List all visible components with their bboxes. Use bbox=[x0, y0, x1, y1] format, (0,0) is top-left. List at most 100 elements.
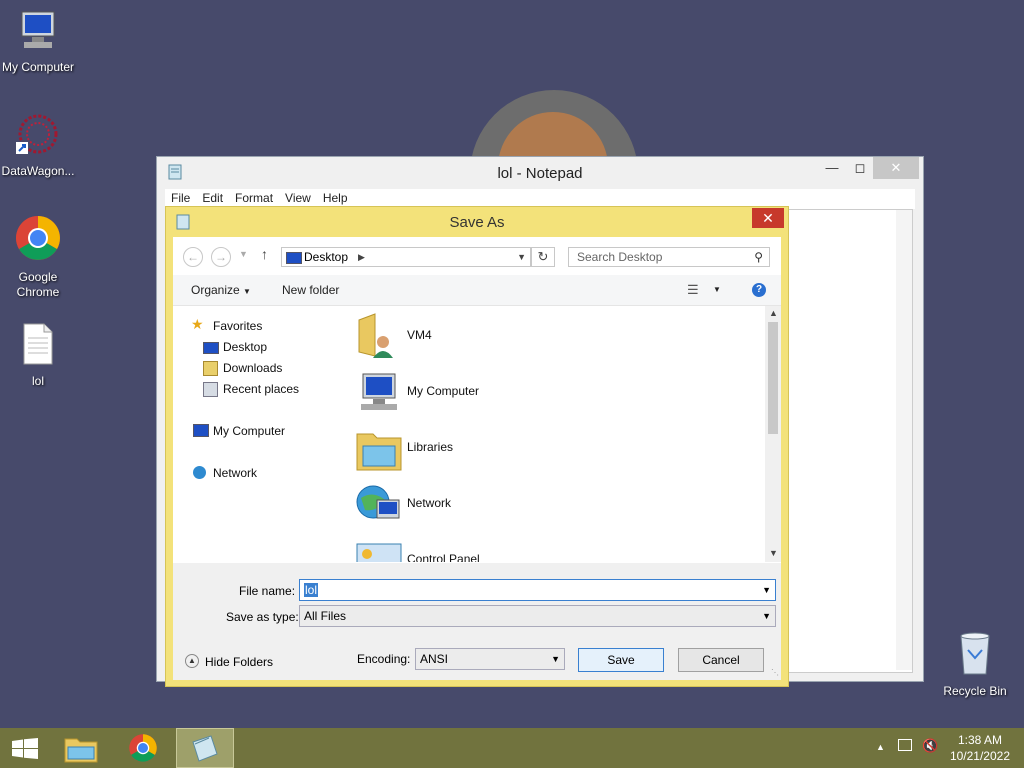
desktop-icon-my-computer[interactable]: My Computer bbox=[0, 10, 76, 75]
desktop-icon-chrome[interactable]: Google Chrome bbox=[0, 214, 76, 300]
desktop-icon-datawagon[interactable]: DataWagon... bbox=[0, 112, 76, 179]
encoding-label: Encoding: bbox=[357, 652, 411, 666]
computer-icon bbox=[0, 10, 76, 56]
clock-date: 10/21/2022 bbox=[949, 749, 1010, 763]
file-item-label: Network bbox=[407, 496, 452, 510]
scroll-thumb[interactable] bbox=[768, 322, 778, 434]
start-button[interactable] bbox=[0, 728, 50, 768]
scroll-down-icon[interactable]: ▼ bbox=[769, 548, 778, 558]
menu-view[interactable]: View bbox=[279, 189, 317, 207]
encoding-select[interactable]: ANSI ▼ bbox=[415, 648, 565, 670]
my-computer-nav-icon bbox=[193, 424, 209, 437]
desktop-icon-lol[interactable]: lol bbox=[0, 322, 76, 389]
encoding-dropdown-icon[interactable]: ▼ bbox=[551, 649, 560, 669]
save-as-dialog: Save As ✕ ← → ▼ ↑ Desktop ▶ ▼ ↻ Search D… bbox=[165, 206, 789, 687]
forward-button[interactable]: → bbox=[211, 247, 231, 267]
up-arrow-icon[interactable]: ↑ bbox=[261, 246, 268, 262]
notepad-text-area[interactable] bbox=[787, 209, 913, 673]
desktop-icon-label: DataWagon... bbox=[1, 164, 75, 178]
desktop-icon-label: lol bbox=[31, 374, 44, 388]
libraries-icon bbox=[356, 433, 402, 471]
notepad-icon bbox=[192, 735, 218, 762]
nav-downloads[interactable]: Downloads bbox=[223, 361, 282, 375]
dialog-close-button[interactable]: ✕ bbox=[752, 208, 784, 228]
save-type-select[interactable]: All Files ▼ bbox=[299, 605, 776, 627]
address-bar[interactable]: Desktop ▶ ▼ bbox=[281, 247, 531, 267]
desktop-icon-label: Google Chrome bbox=[16, 270, 60, 299]
file-name-dropdown-icon[interactable]: ▼ bbox=[762, 580, 771, 600]
resize-grip-icon[interactable]: ⋱ bbox=[771, 668, 779, 677]
desktop-icon-recycle-bin[interactable]: Recycle Bin bbox=[937, 630, 1013, 699]
file-name-input[interactable]: lol ▼ bbox=[299, 579, 776, 601]
datawagon-icon bbox=[0, 112, 76, 160]
minimize-button[interactable]: — bbox=[817, 157, 847, 179]
nav-desktop[interactable]: Desktop bbox=[223, 340, 267, 354]
back-button[interactable]: ← bbox=[183, 247, 203, 267]
dialog-body: ← → ▼ ↑ Desktop ▶ ▼ ↻ Search Desktop ⚲ O… bbox=[173, 237, 781, 680]
recent-places-icon bbox=[203, 382, 218, 397]
folder-icon bbox=[64, 738, 98, 763]
menu-file[interactable]: File bbox=[165, 189, 196, 207]
hide-folders-button[interactable]: Hide Folders bbox=[205, 655, 273, 669]
nav-recent-places[interactable]: Recent places bbox=[223, 382, 299, 396]
recycle-bin-icon bbox=[937, 630, 1013, 680]
organize-button[interactable]: Organize ▼ bbox=[191, 283, 251, 297]
menu-format[interactable]: Format bbox=[229, 189, 279, 207]
volume-muted-icon[interactable]: 🔇 bbox=[922, 738, 938, 754]
nav-network[interactable]: Network bbox=[213, 466, 257, 480]
taskbar-notepad[interactable] bbox=[176, 728, 234, 768]
file-name-label: File name: bbox=[239, 584, 296, 598]
search-icon[interactable]: ⚲ bbox=[754, 248, 763, 266]
view-dropdown-icon[interactable]: ▼ bbox=[713, 285, 721, 294]
desktop-icon-small bbox=[286, 252, 302, 264]
control-panel-icon bbox=[356, 543, 402, 562]
notepad-titlebar[interactable]: lol - Notepad — ◻ ✕ bbox=[157, 157, 923, 187]
file-list-scrollbar[interactable]: ▲ ▼ bbox=[765, 306, 781, 562]
new-folder-button[interactable]: New folder bbox=[282, 283, 339, 297]
maximize-button[interactable]: ◻ bbox=[845, 157, 875, 179]
close-button[interactable]: ✕ bbox=[873, 157, 919, 179]
nav-favorites[interactable]: Favorites bbox=[213, 319, 262, 333]
tray-overflow-icon[interactable]: ▲ bbox=[876, 742, 885, 752]
address-dropdown-icon[interactable]: ▼ bbox=[517, 248, 526, 266]
taskbar-file-explorer[interactable] bbox=[54, 728, 112, 768]
refresh-button[interactable]: ↻ bbox=[531, 247, 555, 267]
file-name-value: lol bbox=[304, 583, 319, 597]
scroll-up-icon[interactable]: ▲ bbox=[769, 308, 778, 318]
search-box[interactable]: Search Desktop ⚲ bbox=[568, 247, 770, 267]
file-item-label: VM4 bbox=[407, 328, 432, 342]
network-tray-icon[interactable] bbox=[898, 739, 912, 751]
encoding-value: ANSI bbox=[420, 652, 449, 666]
breadcrumb-arrow-icon[interactable]: ▶ bbox=[358, 248, 365, 266]
menu-edit[interactable]: Edit bbox=[196, 189, 229, 207]
recent-dropdown-icon[interactable]: ▼ bbox=[239, 249, 248, 259]
desktop-icon-label: Recycle Bin bbox=[943, 684, 1007, 698]
cancel-button[interactable]: Cancel bbox=[678, 648, 764, 672]
windows-logo-icon bbox=[12, 738, 38, 759]
address-row: ← → ▼ ↑ Desktop ▶ ▼ ↻ Search Desktop ⚲ bbox=[173, 237, 781, 275]
dialog-toolbar: Organize ▼ New folder ☰ ▼ ? bbox=[173, 275, 781, 306]
file-list: VM4 My Computer Libraries Network Contro… bbox=[345, 306, 765, 562]
notepad-title: lol - Notepad bbox=[497, 165, 583, 182]
help-icon[interactable]: ? bbox=[752, 283, 766, 297]
notepad-scrollbar[interactable] bbox=[896, 210, 912, 670]
file-item-label: Control Panel bbox=[407, 552, 480, 562]
menu-help[interactable]: Help bbox=[317, 189, 354, 207]
dialog-title: Save As bbox=[449, 214, 505, 231]
save-button[interactable]: Save bbox=[578, 648, 664, 672]
chevron-up-icon[interactable]: ▲ bbox=[185, 654, 199, 668]
taskbar-clock[interactable]: 1:38 AM 10/21/2022 bbox=[950, 732, 1010, 764]
navigation-pane: ★ Favorites Desktop Downloads Recent pla… bbox=[173, 306, 345, 562]
nav-my-computer[interactable]: My Computer bbox=[213, 424, 285, 438]
file-item-label: Libraries bbox=[407, 440, 454, 454]
save-type-dropdown-icon[interactable]: ▼ bbox=[762, 606, 771, 626]
computer-icon bbox=[361, 373, 397, 410]
taskbar-chrome[interactable] bbox=[116, 728, 174, 768]
network-nav-icon bbox=[193, 466, 206, 479]
desktop-nav-icon bbox=[203, 342, 219, 354]
network-icon bbox=[356, 485, 400, 519]
chrome-icon bbox=[0, 214, 76, 266]
text-file-icon bbox=[0, 322, 76, 370]
view-options-icon[interactable]: ☰ bbox=[687, 282, 699, 298]
desktop-icon-label: My Computer bbox=[1, 60, 75, 74]
